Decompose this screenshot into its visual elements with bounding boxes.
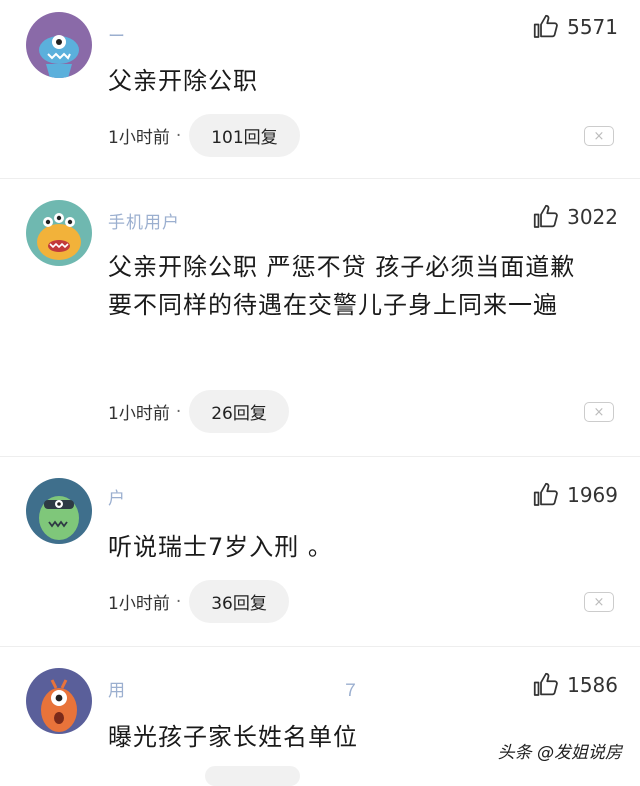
avatar[interactable] [26,200,92,266]
divider [0,178,640,179]
watermark: 头条 @发姐说房 [497,743,622,763]
avatar[interactable] [26,668,92,734]
reply-button[interactable]: 36回复 [189,580,289,623]
separator: · [175,591,182,612]
like-count: 1969 [567,483,618,507]
timestamp: 1小时前 [108,404,170,424]
monster-avatar-icon [26,478,92,544]
username[interactable]: ー [108,22,144,47]
thumbs-up-icon [533,672,558,696]
comment-meta: 1小时前 · 36回复 [108,580,289,623]
like-button[interactable]: 1969 [531,480,618,510]
divider [0,456,640,457]
like-button[interactable]: 5571 [531,12,618,42]
like-count: 1586 [567,673,618,697]
monster-avatar-icon [26,200,92,266]
username[interactable]: 手机用户 [108,208,180,233]
separator: · [175,401,182,422]
timestamp: 1小时前 [108,128,170,148]
username[interactable]: 户 [108,484,144,509]
reply-button[interactable]: 101回复 [189,114,300,157]
thumbs-up-icon [533,14,558,38]
thumbs-up-icon [533,204,558,228]
comment-text: 父亲开除公职 严惩不贷 孩子必须当面道歉 要不同样的待遇在交警儿子身上同来一遍 [108,253,576,319]
like-button[interactable]: 3022 [531,202,618,232]
dismiss-button[interactable]: × [584,402,614,422]
monster-avatar-icon [26,668,92,734]
monster-avatar-icon [26,12,92,78]
separator: · [175,125,182,146]
username[interactable]: 用 ７ [108,676,360,701]
comment-meta: 1小时前 · 26回复 [108,390,289,433]
avatar[interactable] [26,12,92,78]
like-count: 3022 [567,205,618,229]
thumbs-up-icon [533,482,558,506]
timestamp: 1小时前 [108,594,170,614]
divider [0,646,640,647]
dismiss-button[interactable]: × [584,592,614,612]
like-count: 5571 [567,15,618,39]
reply-button-partial[interactable] [205,766,300,786]
dismiss-button[interactable]: × [584,126,614,146]
comment-text: 父亲开除公职 [108,67,258,95]
avatar[interactable] [26,478,92,544]
reply-button[interactable]: 26回复 [189,390,289,433]
comment-meta: 1小时前 · 101回复 [108,114,300,157]
like-button[interactable]: 1586 [531,670,618,700]
comment-text: 听说瑞士7岁入刑 。 [108,533,333,561]
